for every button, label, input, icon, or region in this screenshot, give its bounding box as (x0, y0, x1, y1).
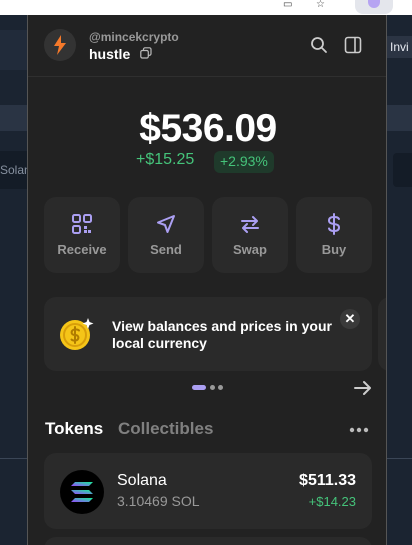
send-label: Send (150, 242, 182, 257)
account-name[interactable]: hustle (89, 46, 130, 62)
background-page-left (0, 15, 27, 545)
token-value: $511.33 (299, 472, 356, 489)
browser-toolbar (0, 0, 412, 15)
extension-icon (368, 0, 380, 8)
coin-icon (60, 318, 94, 350)
balance-change-usd: +$15.25 (136, 151, 195, 168)
buy-button[interactable]: Buy (296, 197, 372, 273)
solana-icon (71, 482, 93, 502)
currency-promo-card[interactable]: View balances and prices in your local c… (44, 297, 372, 371)
next-card-preview[interactable] (378, 297, 386, 371)
lightning-icon (54, 35, 66, 55)
background-page-right (387, 15, 412, 545)
wallet-header: @mincekcrypto hustle (28, 15, 386, 77)
arrow-right-icon[interactable] (354, 380, 372, 396)
token-name: Solana (117, 472, 167, 489)
pagination-dot[interactable] (218, 385, 223, 390)
pagination-dot-active[interactable] (192, 385, 206, 390)
background-invite-button[interactable]: Invi (387, 36, 412, 58)
token-change: +$14.23 (308, 494, 356, 509)
dollar-icon (327, 213, 341, 235)
copy-icon[interactable] (140, 47, 152, 59)
action-bar: Receive Send Swap Buy (44, 197, 372, 273)
account-avatar[interactable] (44, 29, 76, 61)
background-control[interactable] (393, 153, 412, 187)
receive-label: Receive (57, 242, 107, 257)
search-icon[interactable] (310, 36, 328, 54)
swap-label: Swap (233, 242, 267, 257)
promo-text: View balances and prices in your local c… (112, 318, 332, 351)
balance-change-percent-badge: +2.93% (214, 151, 274, 173)
send-icon (157, 215, 175, 233)
pagination-dot[interactable] (210, 385, 215, 390)
background-bar-right (387, 105, 412, 131)
background-divider-right (387, 458, 412, 459)
send-button[interactable]: Send (128, 197, 204, 273)
buy-label: Buy (321, 242, 347, 257)
bookmark-star-icon[interactable]: ☆ (316, 0, 330, 10)
account-username[interactable]: @mincekcrypto (89, 30, 179, 44)
background-bar (0, 105, 27, 131)
close-icon[interactable]: ✕ (340, 309, 360, 329)
receive-button[interactable]: Receive (44, 197, 120, 273)
solana-logo (60, 470, 104, 514)
token-row-solana[interactable]: Solana 3.10469 SOL $511.33 +$14.23 (44, 453, 372, 529)
swap-icon (241, 216, 259, 233)
side-panel-icon[interactable] (344, 36, 362, 54)
token-amount: 3.10469 SOL (117, 493, 200, 509)
total-balance: $536.09 (139, 107, 277, 150)
wallet-popup: @mincekcrypto hustle $536.09 +$15.25 +2.… (27, 15, 387, 545)
cast-icon[interactable]: ▭ (283, 0, 297, 10)
token-row-next[interactable] (44, 537, 372, 545)
background-nav (0, 30, 27, 70)
tab-tokens[interactable]: Tokens (45, 419, 103, 439)
tab-collectibles[interactable]: Collectibles (118, 419, 213, 439)
qr-code-icon (72, 214, 92, 234)
more-options-icon[interactable] (349, 427, 369, 433)
wallet-extension-button[interactable] (355, 0, 393, 14)
swap-button[interactable]: Swap (212, 197, 288, 273)
background-tab[interactable]: Solan (0, 151, 31, 189)
background-divider (0, 458, 27, 459)
